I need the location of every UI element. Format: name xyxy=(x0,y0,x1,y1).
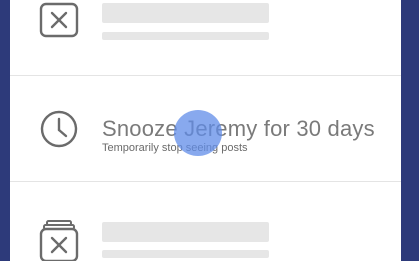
close-box-icon xyxy=(39,2,79,42)
menu-divider xyxy=(10,75,401,76)
menu-divider xyxy=(10,181,401,182)
menu-item-sublabel-placeholder xyxy=(102,32,269,40)
menu-item-label-placeholder xyxy=(102,222,269,242)
menu-item-label-placeholder xyxy=(102,3,269,23)
menu-item-unfollow[interactable] xyxy=(10,184,401,261)
snooze-sublabel: Temporarily stop seeing posts xyxy=(102,142,248,154)
snooze-label: Snooze Jeremy for 30 days xyxy=(102,116,375,141)
app-frame: Snooze Jeremy for 30 days Temporarily st… xyxy=(0,0,419,261)
post-options-menu: Snooze Jeremy for 30 days Temporarily st… xyxy=(10,0,401,261)
menu-item-sublabel-placeholder xyxy=(102,250,269,258)
menu-item-hide-post[interactable] xyxy=(10,0,401,74)
unfollow-icon xyxy=(39,220,79,261)
clock-icon xyxy=(39,109,79,149)
